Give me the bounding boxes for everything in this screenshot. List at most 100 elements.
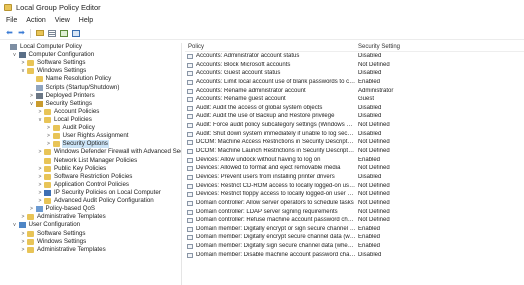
expand-icon[interactable]: > bbox=[46, 125, 52, 131]
tree-item[interactable]: > Administrative Templates bbox=[0, 246, 181, 254]
tree-item[interactable]: > Application Control Policies bbox=[0, 181, 181, 189]
policy-row[interactable]: Domain member: Digitally encrypt or sign… bbox=[185, 225, 524, 234]
policy-row[interactable]: Domain controller: Refuse machine accoun… bbox=[185, 216, 524, 225]
list-icon[interactable] bbox=[47, 29, 56, 38]
tree-item-label: Security Settings bbox=[45, 99, 92, 107]
menu-bar: File Action View Help bbox=[0, 14, 524, 26]
policy-row[interactable]: Devices: Allowed to format and eject rem… bbox=[185, 164, 524, 173]
menu-help[interactable]: Help bbox=[79, 17, 93, 24]
policy-row[interactable]: DCOM: Machine Access Restrictions in Sec… bbox=[185, 138, 524, 147]
tree-item[interactable]: v Local Policies bbox=[0, 116, 181, 124]
ipsec-icon bbox=[44, 189, 51, 196]
printer-icon bbox=[35, 92, 43, 99]
policy-row[interactable]: Audit: Audit the access of global system… bbox=[185, 104, 524, 113]
policy-row[interactable]: Accounts: Block Microsoft accounts Not De… bbox=[185, 61, 524, 70]
policy-row[interactable]: Devices: Restrict floppy access to local… bbox=[185, 190, 524, 199]
tree-item[interactable]: v Security Settings bbox=[0, 100, 181, 108]
tree-item[interactable]: > Public Key Policies bbox=[0, 165, 181, 173]
policy-row[interactable]: Accounts: Limit local account use of bla… bbox=[185, 78, 524, 87]
help-icon[interactable] bbox=[71, 29, 80, 38]
expand-icon[interactable]: > bbox=[29, 206, 35, 212]
column-header-policy[interactable]: Policy bbox=[188, 44, 204, 50]
menu-file[interactable]: File bbox=[6, 17, 17, 24]
expand-icon[interactable]: > bbox=[20, 239, 26, 245]
tree-item[interactable]: > Windows Defender Firewall with Advanced… bbox=[0, 148, 181, 156]
policy-row[interactable]: Devices: Prevent users from installing p… bbox=[185, 173, 524, 182]
expand-icon[interactable]: > bbox=[37, 174, 43, 180]
security-setting: Disabled bbox=[358, 130, 382, 137]
folder-icon[interactable] bbox=[35, 29, 44, 38]
collapse-icon[interactable]: v bbox=[37, 117, 43, 123]
folder-icon bbox=[27, 238, 34, 245]
expand-icon[interactable]: > bbox=[29, 93, 35, 99]
policy-item-icon bbox=[187, 114, 193, 120]
policy-row[interactable]: Accounts: Guest account status Disabled bbox=[185, 69, 524, 78]
collapse-icon[interactable]: v bbox=[12, 52, 18, 58]
expand-icon[interactable]: > bbox=[20, 247, 26, 253]
expand-icon[interactable]: > bbox=[37, 190, 43, 196]
policy-row[interactable]: Audit: Audit the use of Backup and Resto… bbox=[185, 112, 524, 121]
tree-item[interactable]: > Security Options bbox=[0, 140, 181, 149]
policy-row[interactable]: Domain controller: Allow server operator… bbox=[185, 199, 524, 208]
tree-item[interactable]: > Advanced Audit Policy Configuration bbox=[0, 197, 181, 205]
tree-item[interactable]: > Account Policies bbox=[0, 108, 181, 116]
tree-item-label: Audit Policy bbox=[62, 124, 95, 132]
tree-item[interactable]: > Policy-based QoS bbox=[0, 205, 181, 213]
policy-name: Audit: Audit the access of global system… bbox=[196, 104, 323, 111]
policy-row[interactable]: Accounts: Rename guest account Guest bbox=[185, 95, 524, 104]
tree-item[interactable]: v Windows Settings bbox=[0, 67, 181, 75]
expand-icon[interactable]: > bbox=[37, 109, 43, 115]
policy-row[interactable]: Audit: Force audit policy subcategory se… bbox=[185, 121, 524, 130]
policy-row[interactable]: Domain controller: LDAP server signing r… bbox=[185, 208, 524, 217]
policy-rows: Accounts: Administrator account status Di… bbox=[185, 52, 524, 259]
collapse-icon[interactable]: v bbox=[12, 222, 18, 228]
expand-icon[interactable]: > bbox=[46, 141, 52, 147]
folder-icon bbox=[44, 173, 51, 180]
back-icon[interactable]: ⬅ bbox=[5, 29, 14, 38]
tree-item[interactable]: Name Resolution Policy bbox=[0, 75, 181, 83]
tree-item[interactable]: > Software Settings bbox=[0, 230, 181, 238]
tree-item[interactable]: > Administrative Templates bbox=[0, 213, 181, 221]
policy-row[interactable]: Domain member: Digitally sign secure cha… bbox=[185, 242, 524, 251]
policy-row[interactable]: DCOM: Machine Launch Restrictions in Sec… bbox=[185, 147, 524, 156]
collapse-icon[interactable]: v bbox=[20, 68, 26, 74]
policy-row[interactable]: Domain member: Disable machine account p… bbox=[185, 251, 524, 260]
policy-row[interactable]: Domain member: Digitally encrypt secure … bbox=[185, 233, 524, 242]
column-header-setting[interactable]: Security Setting bbox=[358, 44, 400, 50]
tree-item[interactable]: > Audit Policy bbox=[0, 124, 181, 132]
tree-item[interactable]: > Deployed Printers bbox=[0, 92, 181, 100]
security-setting: Disabled bbox=[358, 113, 382, 120]
menu-view[interactable]: View bbox=[55, 17, 70, 24]
policy-row[interactable]: Accounts: Rename administrator account Ad… bbox=[185, 87, 524, 96]
expand-icon[interactable]: > bbox=[20, 214, 26, 220]
tree-item[interactable]: v User Configuration bbox=[0, 221, 181, 229]
tree-item[interactable]: Scripts (Startup/Shutdown) bbox=[0, 84, 181, 92]
expand-icon[interactable]: > bbox=[20, 231, 26, 237]
tree-item[interactable]: > IP Security Policies on Local Computer bbox=[0, 189, 181, 197]
collapse-icon[interactable]: v bbox=[29, 101, 35, 107]
forward-icon[interactable]: ➡ bbox=[17, 29, 26, 38]
export-icon[interactable] bbox=[59, 29, 68, 38]
tree-item[interactable]: > Software Settings bbox=[0, 59, 181, 67]
tree-item[interactable]: > Software Restriction Policies bbox=[0, 173, 181, 181]
policy-row[interactable]: Audit: Shut down system immediately if u… bbox=[185, 130, 524, 139]
policy-row[interactable]: Accounts: Administrator account status Di… bbox=[185, 52, 524, 61]
tree-item[interactable]: > User Rights Assignment bbox=[0, 132, 181, 140]
tree-item[interactable]: Local Computer Policy bbox=[0, 43, 181, 51]
tree-item[interactable]: > Windows Settings bbox=[0, 238, 181, 246]
tree-item-label: Application Control Policies bbox=[54, 180, 129, 188]
expand-icon[interactable]: > bbox=[46, 133, 52, 139]
expand-icon[interactable]: > bbox=[37, 149, 43, 155]
security-setting: Enabled bbox=[358, 243, 381, 250]
tree-item[interactable]: v Computer Configuration bbox=[0, 51, 181, 59]
policy-name: Accounts: Block Microsoft accounts bbox=[196, 61, 291, 68]
expand-icon[interactable]: > bbox=[37, 166, 43, 172]
expand-icon[interactable]: > bbox=[20, 60, 26, 66]
menu-action[interactable]: Action bbox=[26, 17, 45, 24]
expand-icon[interactable]: > bbox=[37, 198, 43, 204]
policy-name: Audit: Force audit policy subcategory se… bbox=[196, 122, 356, 129]
policy-row[interactable]: Devices: Restrict CD-ROM access to local… bbox=[185, 182, 524, 191]
policy-row[interactable]: Devices: Allow undock without having to … bbox=[185, 156, 524, 165]
expand-icon[interactable]: > bbox=[37, 182, 43, 188]
tree-item[interactable]: Network List Manager Policies bbox=[0, 157, 181, 165]
